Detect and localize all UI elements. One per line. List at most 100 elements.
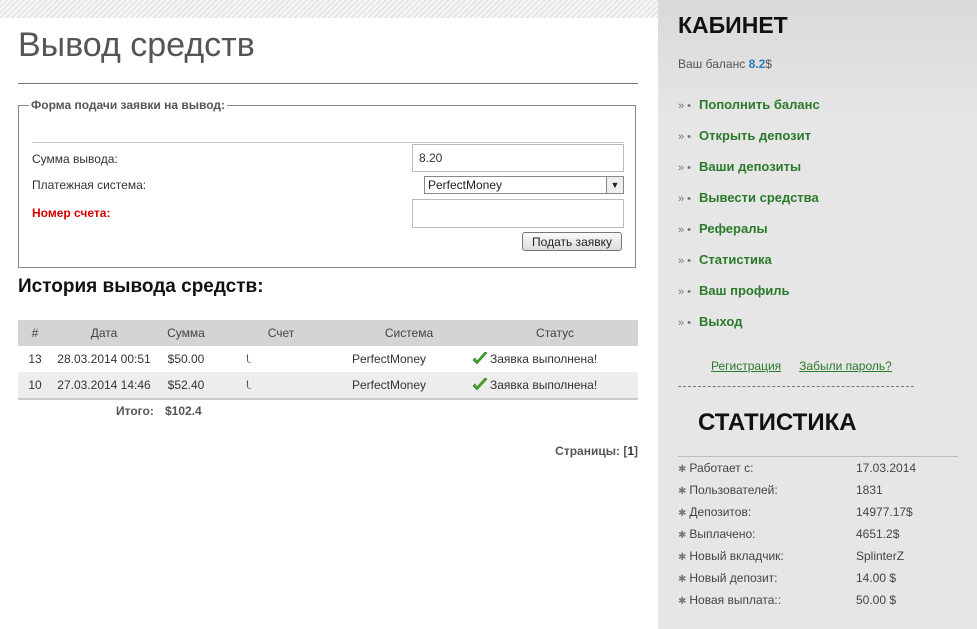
account-redaction: [252, 353, 300, 367]
stat-label: Выплачено:: [689, 527, 756, 541]
pagination: Страницы: [1]: [555, 444, 638, 458]
menu-link[interactable]: Пополнить баланс: [699, 97, 820, 112]
bullet-icon: » •: [678, 224, 692, 236]
row-amount: $52.40: [156, 372, 216, 400]
stats-divider: [678, 456, 958, 457]
menu-item-deposit-balance: » • Пополнить баланс: [678, 95, 820, 126]
stat-value: 17.03.2014: [856, 461, 917, 475]
status-text: Заявка выполнена!: [490, 378, 598, 392]
stat-label: Новый депозит:: [689, 571, 778, 585]
stat-label: Пользователей:: [689, 483, 778, 497]
stat-value: 14.00 $: [856, 571, 897, 585]
star-icon: ✱: [678, 574, 687, 585]
col-header-num: #: [18, 320, 52, 346]
table-header-row: # Дата Сумма Счет Система Статус: [18, 320, 638, 346]
bullet-icon: » •: [678, 131, 692, 143]
row-status: Заявка выполнена!: [472, 346, 638, 372]
table-row: 13 28.03.2014 00:51 $50.00 U PerfectMone…: [18, 346, 638, 372]
stat-row: ✱ Новый вкладчик: SplinterZ: [678, 548, 958, 570]
col-header-status: Статус: [472, 320, 638, 346]
menu-link[interactable]: Выход: [699, 314, 742, 329]
account-row: Номер счета:: [32, 198, 624, 228]
menu-link[interactable]: Открыть депозит: [699, 128, 811, 143]
form-legend: Форма подачи заявки на вывод:: [31, 98, 226, 112]
total-label: Итого:: [116, 404, 154, 418]
menu-item-statistics: » • Статистика: [678, 250, 820, 281]
row-id: 13: [28, 352, 42, 366]
account-redaction: [252, 379, 300, 393]
sidebar: КАБИНЕТ Ваш баланс 8.2$ » • Пополнить бал…: [658, 0, 977, 629]
pages-bracket-close: ]: [634, 444, 638, 458]
check-icon: [472, 352, 488, 365]
submit-request-button[interactable]: Подать заявку: [522, 232, 622, 251]
title-divider: [18, 83, 638, 84]
star-icon: ✱: [678, 464, 687, 475]
auth-links: Регистрация Забыли пароль?: [711, 359, 910, 373]
stats-title: СТАТИСТИКА: [698, 409, 857, 436]
amount-row: Сумма вывода:: [32, 143, 624, 173]
pages-label: Страницы:: [555, 444, 620, 458]
account-label: Номер счета:: [32, 206, 111, 220]
menu-item-profile: » • Ваш профиль: [678, 281, 820, 312]
bullet-icon: » •: [678, 193, 692, 205]
stat-value: 50.00 $: [856, 593, 897, 607]
register-link[interactable]: Регистрация: [711, 359, 781, 373]
stat-row: ✱ Работает с: 17.03.2014: [678, 460, 958, 482]
stat-value: 4651.2$: [856, 527, 900, 541]
star-icon: ✱: [678, 508, 687, 519]
row-system: PerfectMoney: [346, 372, 472, 400]
balance-label: Ваш баланс: [678, 57, 746, 71]
stat-label: Новая выплата::: [689, 593, 782, 607]
menu-link[interactable]: Ваш профиль: [699, 283, 789, 298]
col-header-date: Дата: [52, 320, 156, 346]
menu-link[interactable]: Статистика: [699, 252, 772, 267]
bullet-icon: » •: [678, 255, 692, 267]
menu-item-referrals: » • Рефералы: [678, 219, 820, 250]
balance-currency: $: [765, 57, 772, 71]
menu-item-logout: » • Выход: [678, 312, 820, 343]
stat-row: ✱ Выплачено: 4651.2$: [678, 526, 958, 548]
menu-link[interactable]: Вывести средства: [699, 190, 819, 205]
row-system: PerfectMoney: [352, 352, 427, 366]
page-title: Вывод средств: [18, 26, 255, 64]
sidebar-title: КАБИНЕТ: [678, 12, 788, 38]
sidebar-divider: [678, 386, 914, 387]
menu-link[interactable]: Ваши депозиты: [699, 159, 801, 174]
menu-item-withdraw: » • Вывести средства: [678, 188, 820, 219]
balance: Ваш баланс 8.2$: [678, 57, 772, 71]
stat-label: Работает с:: [689, 461, 754, 475]
row-date: 27.03.2014 14:46: [52, 372, 156, 400]
table-row: 10 27.03.2014 14:46 $52.40 U PerfectMone…: [18, 372, 638, 400]
stat-value: SplinterZ: [856, 549, 905, 563]
stat-row: ✱ Пользователей: 1831: [678, 482, 958, 504]
total-value: $102.4: [165, 404, 202, 418]
row-account: U: [216, 372, 346, 400]
payment-select[interactable]: PerfectMoney ▼: [424, 176, 624, 194]
payment-select-value: PerfectMoney: [428, 178, 503, 192]
menu-item-open-deposit: » • Открыть депозит: [678, 126, 820, 157]
history-table: # Дата Сумма Счет Система Статус 13 28.0…: [18, 320, 638, 400]
account-value: U: [246, 378, 302, 393]
col-header-account: Счет: [216, 320, 346, 346]
chevron-down-icon[interactable]: ▼: [606, 177, 623, 193]
menu-link[interactable]: Рефералы: [699, 221, 768, 236]
bullet-icon: » •: [678, 100, 692, 112]
page-link-current[interactable]: 1: [627, 444, 634, 458]
stat-label: Новый вкладчик:: [689, 549, 784, 563]
history-title: История вывода средств:: [18, 276, 264, 297]
amount-input[interactable]: [412, 144, 624, 172]
account-input[interactable]: [412, 199, 624, 228]
star-icon: ✱: [678, 530, 687, 541]
star-icon: ✱: [678, 486, 687, 497]
balance-value: 8.2: [748, 57, 766, 71]
status-text: Заявка выполнена!: [490, 352, 598, 366]
payment-label: Платежная система:: [32, 178, 147, 192]
forgot-password-link[interactable]: Забыли пароль?: [799, 359, 892, 373]
stat-value: 14977.17$: [856, 505, 913, 519]
amount-label: Сумма вывода:: [32, 152, 118, 166]
bullet-icon: » •: [678, 317, 692, 329]
bullet-icon: » •: [678, 286, 692, 298]
stat-value: 1831: [856, 483, 883, 497]
row-id: 10: [18, 372, 52, 400]
row-status: Заявка выполнена!: [472, 372, 638, 400]
